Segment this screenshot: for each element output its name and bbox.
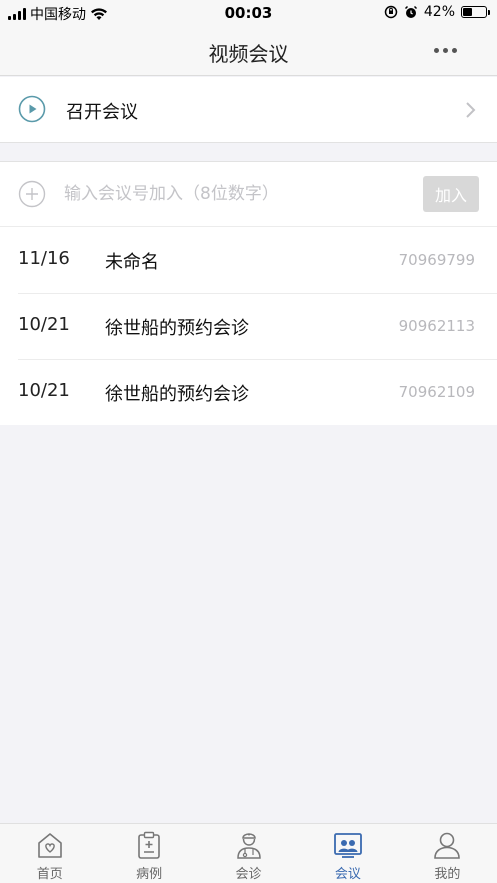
meeting-date: 10/21 (18, 380, 70, 401)
tab-label: 首页 (36, 867, 63, 882)
meeting-date: 11/16 (18, 248, 70, 269)
tab-consultation[interactable]: 会诊 (199, 824, 298, 883)
status-bar: 中国移动 00:03 42% (0, 0, 497, 26)
tab-cases[interactable]: 病例 (99, 824, 198, 883)
more-dot (452, 48, 457, 53)
nav-bar: 视频会议 (0, 26, 497, 76)
meeting-name: 未命名 (105, 252, 159, 273)
home-icon (37, 833, 62, 858)
tab-label: 会议 (334, 867, 361, 882)
meeting-name: 徐世船的预约会诊 (105, 318, 249, 339)
chevron-right-icon (466, 102, 476, 118)
start-meeting-label: 召开会议 (66, 102, 138, 123)
more-dot (434, 48, 439, 53)
status-right: 42% (384, 4, 490, 20)
tab-bar: 首页 病例 会诊 会议 我的 (0, 823, 497, 883)
play-icon (18, 95, 46, 123)
meeting-name: 徐世船的预约会诊 (105, 384, 249, 405)
more-button[interactable] (434, 48, 457, 53)
meeting-date: 10/21 (18, 314, 70, 335)
clipboard-icon (138, 831, 160, 859)
page-title: 视频会议 (208, 42, 289, 66)
meeting-number-input[interactable] (64, 181, 404, 207)
doctor-icon (236, 833, 261, 859)
tab-meeting[interactable]: 会议 (298, 824, 397, 883)
tab-label: 病例 (136, 867, 163, 882)
meeting-id: 70962109 (398, 383, 475, 401)
meeting-list-item[interactable]: 10/21 徐世船的预约会诊 90962113 (0, 293, 497, 359)
join-button[interactable]: 加入 (423, 176, 479, 212)
meeting-id: 70969799 (398, 251, 475, 269)
meeting-list: 11/16 未命名 70969799 10/21 徐世船的预约会诊 909621… (0, 227, 497, 425)
tab-home[interactable]: 首页 (0, 824, 99, 883)
start-meeting-row[interactable]: 召开会议 (0, 77, 497, 143)
alarm-icon (404, 5, 417, 18)
meeting-id: 90962113 (398, 317, 475, 335)
plus-circle-icon[interactable] (18, 180, 46, 208)
meeting-list-item[interactable]: 11/16 未命名 70969799 (0, 227, 497, 293)
orientation-lock-icon (384, 5, 398, 19)
battery-icon (461, 6, 490, 18)
battery-fill (463, 8, 473, 16)
tab-label: 会诊 (235, 867, 262, 882)
meeting-icon (334, 833, 362, 858)
user-icon (434, 832, 461, 859)
more-dot (443, 48, 448, 53)
tab-label: 我的 (434, 867, 461, 882)
tab-mine[interactable]: 我的 (398, 824, 497, 883)
meeting-list-item[interactable]: 10/21 徐世船的预约会诊 70962109 (0, 359, 497, 425)
battery-percent: 42% (423, 4, 455, 20)
